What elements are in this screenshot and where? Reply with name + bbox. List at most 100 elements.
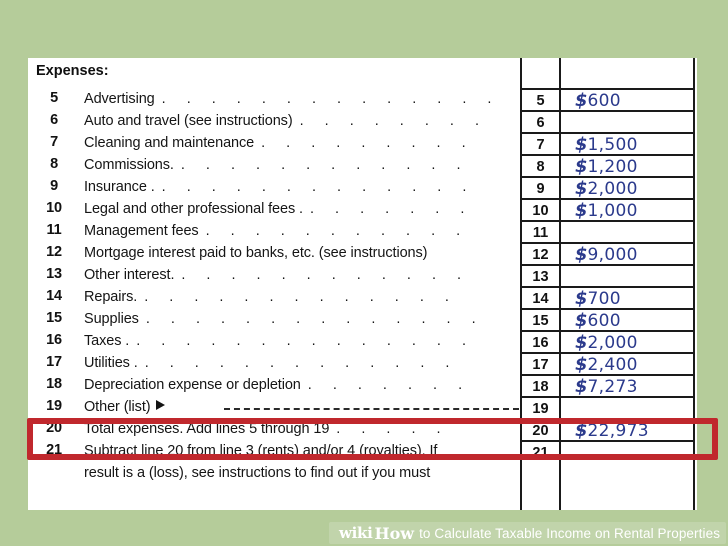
row-description: Taxes . . . . . . . . . . . . . . . [84, 333, 475, 349]
row-line-number-left: 18 [46, 376, 62, 392]
amount-value: 600 [587, 311, 621, 331]
row-description: Depreciation expense or depletion . . . .… [84, 377, 471, 393]
row-amount-cell[interactable] [561, 396, 693, 418]
expense-row: 16 Taxes .. . . . . . . . . . . . . . 16 $2… [28, 330, 697, 353]
row-line-number-cell: 12 [522, 242, 559, 264]
row-line-number-cell: 16 [522, 330, 559, 352]
row-description: Utilities . . . . . . . . . . . . . . [84, 355, 458, 371]
wikihow-watermark: wiki How to Calculate Taxable Income on … [329, 522, 727, 544]
dollar-sign: $ [575, 332, 588, 353]
expenses-section-header: Expenses: [36, 63, 109, 79]
dot-leader: . . . . . . . . . [261, 135, 475, 151]
row-description: Subtract line 20 from line 3 (rents) and… [84, 443, 437, 459]
dot-leader: . . . . . . . . . . . . [181, 267, 470, 283]
row-description: Supplies . . . . . . . . . . . . . . [84, 311, 484, 327]
row-description: Repairs. . . . . . . . . . . . . . [84, 289, 457, 305]
dollar-sign: $ [575, 288, 588, 309]
row-description: Total expenses. Add lines 5 through 19 . … [84, 421, 449, 437]
row-amount-cell[interactable]: $9,000 [561, 242, 693, 265]
row-amount-cell[interactable]: $600 [561, 308, 693, 331]
row-line-number-cell: 17 [522, 352, 559, 374]
dot-leader: . . . . . . . . . . . . . . [136, 333, 475, 349]
expense-row: 10 Legal and other professional fees . . .… [28, 198, 697, 221]
expense-row: 19 Other (list) 19 [28, 396, 697, 418]
expense-row: 6 Auto and travel (see instructions) . . .… [28, 110, 697, 132]
row-amount-cell[interactable] [561, 440, 693, 462]
row-line-number-cell: 10 [522, 198, 559, 220]
row-line-number-left: 10 [46, 200, 62, 216]
row-description: Auto and travel (see instructions) . . . … [84, 113, 488, 129]
row-description-text: result is a (loss), see instructions to … [84, 465, 431, 481]
row-line-number-cell: 5 [522, 88, 559, 110]
row-description-text: Mortgage interest paid to banks, etc. (s… [84, 245, 428, 261]
row-description: result is a (loss), see instructions to … [84, 465, 430, 481]
row-line-number-cell: 21 [522, 440, 559, 462]
row-description-text: Repairs. [84, 289, 138, 305]
row-line-number-cell: 19 [522, 396, 559, 418]
row-amount-cell[interactable] [561, 264, 693, 286]
row-line-number-cell: 8 [522, 154, 559, 176]
row-description-text: Legal and other professional fees . [84, 201, 303, 217]
amount-value: 22,973 [587, 421, 649, 441]
watermark-brand-wiki: wiki [339, 524, 373, 542]
dollar-sign: $ [575, 244, 588, 265]
expense-row: 21 Subtract line 20 from line 3 (rents) a… [28, 440, 697, 462]
fill-in-dashed-line[interactable] [224, 408, 519, 410]
row-amount-cell[interactable]: $2,000 [561, 176, 693, 199]
row-description-text: Depreciation expense or depletion [84, 377, 301, 393]
row-amount-cell[interactable]: $700 [561, 286, 693, 309]
row-line-number-cell: 7 [522, 132, 559, 154]
row-line-number-left: 14 [46, 288, 62, 304]
amount-value: 600 [587, 91, 621, 111]
dollar-sign: $ [575, 420, 588, 441]
row-description: Legal and other professional fees . . . .… [84, 201, 473, 217]
row-line-number-left: 16 [46, 332, 62, 348]
row-amount-cell[interactable]: $1,500 [561, 132, 693, 155]
row-description: Cleaning and maintenance . . . . . . . . … [84, 135, 474, 151]
row-description-text: Auto and travel (see instructions) [84, 113, 293, 129]
amount-value: 9,000 [587, 245, 638, 265]
dot-leader: . . . . . . . . . . . . . . [161, 91, 500, 107]
dollar-sign: $ [575, 376, 588, 397]
dollar-sign: $ [575, 354, 588, 375]
tax-form-sheet: Expenses: 5 Advertising . . . . . . . . . … [28, 58, 697, 510]
row-amount-cell[interactable] [561, 110, 693, 132]
expense-row: result is a (loss), see instructions to … [28, 462, 697, 484]
row-amount-cell[interactable]: $1,200 [561, 154, 693, 177]
row-amount-cell[interactable]: $2,000 [561, 330, 693, 353]
row-line-number-left: 19 [46, 398, 62, 414]
amount-value: 1,500 [587, 135, 638, 155]
row-line-number-cell: 13 [522, 264, 559, 286]
amount-value: 2,000 [587, 179, 638, 199]
row-amount-cell[interactable]: $2,400 [561, 352, 693, 375]
dollar-sign: $ [575, 90, 588, 111]
row-description: Mortgage interest paid to banks, etc. (s… [84, 245, 427, 261]
dot-leader: . . . . . . . . . . . . . [144, 355, 458, 371]
amount-value: 1,000 [587, 201, 638, 221]
watermark-article-title: to Calculate Taxable Income on Rental Pr… [419, 525, 721, 541]
row-line-number-left: 12 [46, 244, 62, 260]
dollar-sign: $ [575, 178, 588, 199]
row-description: Management fees . . . . . . . . . . . [84, 223, 469, 239]
dot-leader: . . . . . . . . [299, 113, 488, 129]
dollar-sign: $ [575, 156, 588, 177]
amount-value: 7,273 [587, 377, 638, 397]
expense-row: 15 Supplies. . . . . . . . . . . . . . 15 $… [28, 308, 697, 331]
amount-value: 2,000 [587, 333, 638, 353]
amount-value: 2,400 [587, 355, 638, 375]
row-amount-cell[interactable] [561, 220, 693, 242]
watermark-brand-how: How [374, 523, 415, 543]
row-amount-cell[interactable]: $7,273 [561, 374, 693, 397]
dot-leader: . . . . . . . [310, 201, 473, 217]
row-amount-cell[interactable]: $1,000 [561, 198, 693, 221]
row-amount-cell[interactable]: $22,973 [561, 418, 693, 441]
dollar-sign: $ [575, 200, 588, 221]
row-amount-cell[interactable]: $600 [561, 88, 693, 111]
row-description-text: Advertising [84, 91, 155, 107]
row-description-text: Other interest. [84, 267, 175, 283]
dot-leader: . . . . . . . . . . . [205, 223, 469, 239]
row-description-text: Total expenses. Add lines 5 through 19 [84, 421, 330, 437]
row-line-number-cell: 14 [522, 286, 559, 308]
row-description-text: Subtract line 20 from line 3 (rents) and… [84, 443, 438, 459]
expense-row: 8 Commissions.. . . . . . . . . . . . 8 $1,… [28, 154, 697, 177]
